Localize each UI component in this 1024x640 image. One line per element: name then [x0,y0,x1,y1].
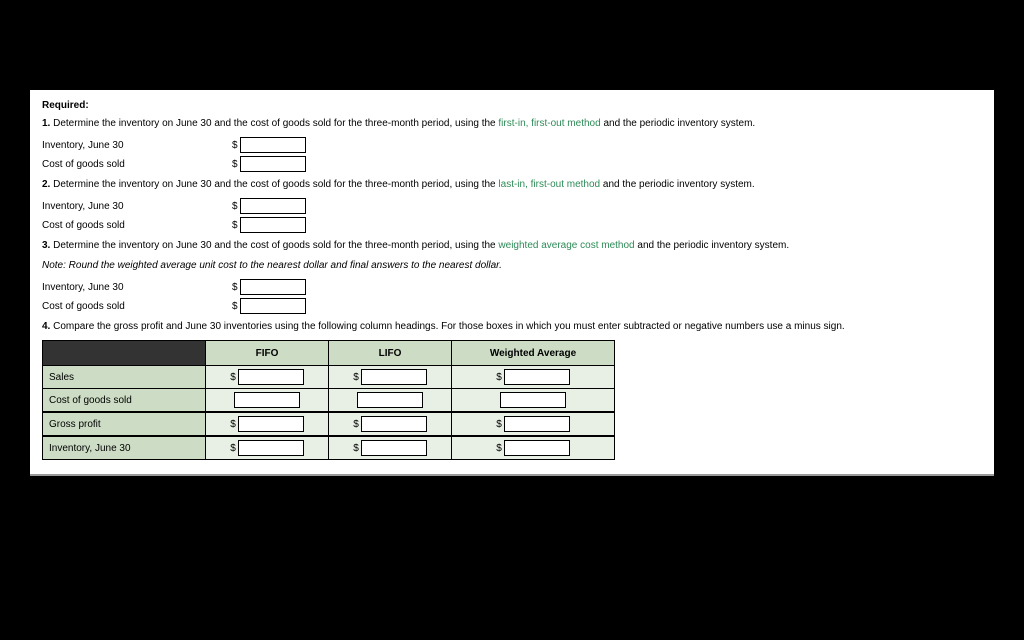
q1-inventory-label: Inventory, June 30 [42,140,232,151]
gp-fifo-input[interactable] [238,416,304,432]
question-4: 4. Compare the gross profit and June 30 … [42,320,982,334]
dollar-sign: $ [353,372,359,383]
q1-text-pre: Determine the inventory on June 30 and t… [53,118,498,129]
q3-text-pre: Determine the inventory on June 30 and t… [53,240,498,251]
cogs-lifo-input[interactable] [357,392,423,408]
dollar-sign: $ [496,443,502,454]
header-lifo: LIFO [329,341,452,366]
sales-lifo-input[interactable] [361,369,427,385]
row-label-inv: Inventory, June 30 [43,436,206,460]
q3-cogs-row: Cost of goods sold $ [42,298,982,314]
dollar-sign: $ [230,372,236,383]
q2-cogs-row: Cost of goods sold $ [42,217,982,233]
row-label-cogs: Cost of goods sold [43,389,206,413]
q1-method: first-in, first-out method [498,118,600,129]
gp-wavg-input[interactable] [504,416,570,432]
inv-fifo-input[interactable] [238,440,304,456]
q3-cogs-label: Cost of goods sold [42,301,232,312]
dollar-sign: $ [496,419,502,430]
worksheet: Required: 1. Determine the inventory on … [30,90,994,476]
dollar-sign: $ [232,159,238,170]
q2-inventory-row: Inventory, June 30 $ [42,198,982,214]
q1-text-post: and the periodic inventory system. [601,118,756,129]
q3-method: weighted average cost method [498,240,634,251]
gp-lifo-input[interactable] [361,416,427,432]
comparison-table: FIFO LIFO Weighted Average Sales $ $ $ C… [42,340,615,460]
q1-cogs-label: Cost of goods sold [42,159,232,170]
q2-text-post: and the periodic inventory system. [600,179,755,190]
cogs-fifo-input[interactable] [234,392,300,408]
dollar-sign: $ [230,443,236,454]
dollar-sign: $ [353,443,359,454]
header-fifo: FIFO [206,341,329,366]
dollar-sign: $ [232,201,238,212]
inv-wavg-input[interactable] [504,440,570,456]
q1-inventory-row: Inventory, June 30 $ [42,137,982,153]
q3-note: Note: Round the weighted average unit co… [42,259,982,273]
q3-cogs-input[interactable] [240,298,306,314]
q1-inventory-input[interactable] [240,137,306,153]
table-row-sales: Sales $ $ $ [43,366,615,389]
q2-text-pre: Determine the inventory on June 30 and t… [53,179,498,190]
q3-text-post: and the periodic inventory system. [635,240,790,251]
dollar-sign: $ [496,372,502,383]
row-label-gp: Gross profit [43,412,206,436]
q2-cogs-input[interactable] [240,217,306,233]
dollar-sign: $ [230,419,236,430]
question-3: 3. Determine the inventory on June 30 an… [42,239,982,253]
row-label-sales: Sales [43,366,206,389]
question-2: 2. Determine the inventory on June 30 an… [42,178,982,192]
dollar-sign: $ [232,140,238,151]
table-header-row: FIFO LIFO Weighted Average [43,341,615,366]
q2-inventory-input[interactable] [240,198,306,214]
q3-inventory-row: Inventory, June 30 $ [42,279,982,295]
dollar-sign: $ [353,419,359,430]
sales-fifo-input[interactable] [238,369,304,385]
q1-cogs-input[interactable] [240,156,306,172]
cogs-wavg-input[interactable] [500,392,566,408]
dollar-sign: $ [232,220,238,231]
q2-cogs-label: Cost of goods sold [42,220,232,231]
q1-cogs-row: Cost of goods sold $ [42,156,982,172]
q2-method: last-in, first-out method [498,179,600,190]
inv-lifo-input[interactable] [361,440,427,456]
question-1: 1. Determine the inventory on June 30 an… [42,117,982,131]
sales-wavg-input[interactable] [504,369,570,385]
q2-number: 2. [42,179,50,190]
q3-number: 3. [42,240,50,251]
q4-text: Compare the gross profit and June 30 inv… [53,321,845,332]
dollar-sign: $ [232,301,238,312]
dollar-sign: $ [232,282,238,293]
q1-number: 1. [42,118,50,129]
table-row-gross-profit: Gross profit $ $ $ [43,412,615,436]
header-weighted-average: Weighted Average [452,341,615,366]
table-row-inventory: Inventory, June 30 $ $ $ [43,436,615,460]
required-heading: Required: [42,100,982,111]
q3-inventory-label: Inventory, June 30 [42,282,232,293]
q4-number: 4. [42,321,50,332]
q2-inventory-label: Inventory, June 30 [42,201,232,212]
q3-inventory-input[interactable] [240,279,306,295]
table-row-cogs: Cost of goods sold [43,389,615,413]
header-blank [43,341,206,366]
